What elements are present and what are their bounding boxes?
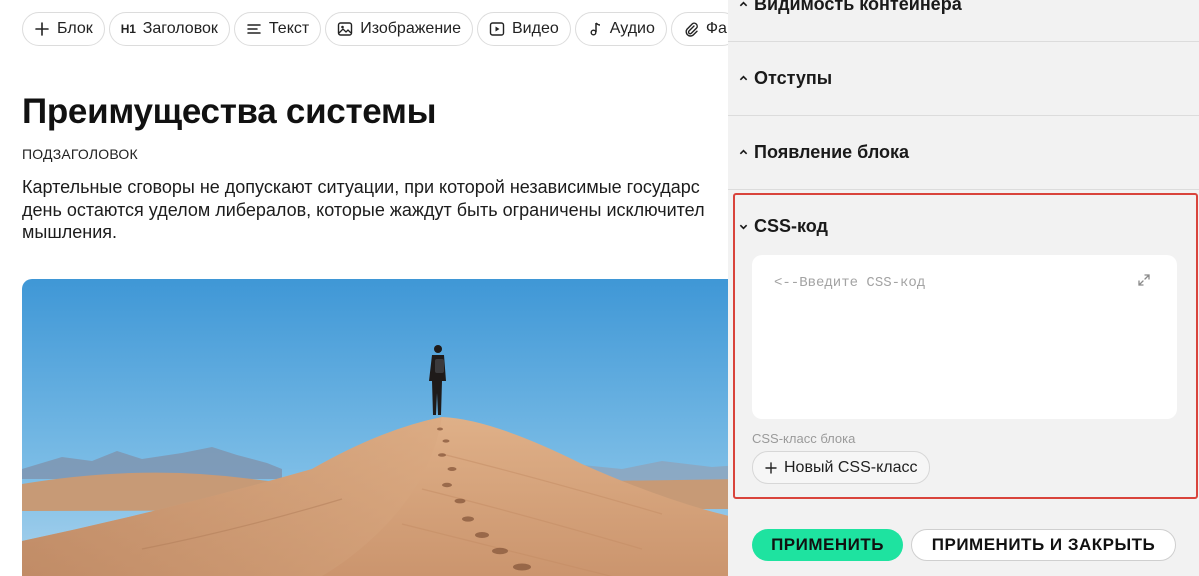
hero-image[interactable] (22, 279, 728, 576)
new-css-class-button[interactable]: Новый CSS-класс (752, 451, 931, 484)
section-visibility-label: Видимость контейнера (754, 0, 962, 14)
add-text-button[interactable]: Текст (233, 12, 322, 46)
section-padding[interactable]: Отступы (728, 68, 1199, 89)
apply-button[interactable]: ПРИМЕНИТЬ (752, 529, 903, 561)
section-divider (728, 189, 1199, 190)
chevron-up-icon (738, 148, 748, 158)
text-align-icon (246, 21, 262, 37)
section-divider (728, 115, 1199, 116)
plus-icon (765, 461, 777, 474)
add-file-button[interactable]: Фа (670, 12, 728, 46)
section-divider (728, 41, 1199, 42)
apply-and-close-button[interactable]: ПРИМЕНИТЬ И ЗАКРЫТЬ (911, 529, 1176, 561)
section-block-appearance[interactable]: Появление блока (728, 142, 1199, 163)
css-code-placeholder: <--Введите CSS-код (774, 275, 926, 291)
add-heading-button[interactable]: H1 Заголовок (108, 12, 230, 46)
lead-line-3: мышления. (22, 222, 118, 242)
css-code-editor[interactable]: <--Введите CSS-код (752, 255, 1177, 419)
chevron-up-icon (738, 0, 748, 10)
section-visibility[interactable]: Видимость контейнера (728, 0, 1199, 15)
add-heading-label: Заголовок (142, 20, 218, 37)
add-image-label: Изображение (360, 20, 461, 37)
page-title[interactable]: Преимущества системы (22, 92, 436, 132)
add-video-label: Видео (512, 20, 559, 37)
section-padding-label: Отступы (754, 68, 833, 88)
h1-icon: H1 (120, 22, 136, 36)
add-block-button[interactable]: Блок (22, 12, 105, 46)
insert-toolbar: Блок H1 Заголовок Текст Изображение Виде… (22, 12, 728, 46)
block-subtitle[interactable]: ПОДЗАГОЛОВОК (22, 146, 138, 162)
section-block-appearance-label: Появление блока (754, 142, 910, 162)
lead-paragraph[interactable]: Картельные сговоры не допускают ситуации… (22, 176, 728, 244)
add-file-label: Фа (705, 20, 727, 37)
editor-canvas: Блок H1 Заголовок Текст Изображение Виде… (0, 0, 728, 576)
music-note-icon (587, 21, 603, 37)
chevron-up-icon (738, 74, 748, 84)
video-icon (489, 21, 505, 37)
add-text-label: Текст (268, 20, 310, 37)
add-audio-label: Аудио (609, 20, 655, 37)
lead-line-1: Картельные сговоры не допускают ситуации… (22, 177, 700, 197)
image-icon (337, 21, 353, 37)
plus-icon (34, 21, 50, 37)
add-video-button[interactable]: Видео (477, 12, 571, 46)
lead-line-2: день остаются уделом либералов, которые … (22, 199, 705, 220)
new-css-class-label: Новый CSS-класс (784, 458, 918, 476)
add-block-label: Блок (57, 20, 93, 37)
paperclip-icon (683, 21, 699, 37)
add-audio-button[interactable]: Аудио (574, 12, 667, 46)
add-image-button[interactable]: Изображение (325, 12, 473, 46)
expand-icon[interactable] (1137, 273, 1151, 287)
css-class-label: CSS-класс блока (752, 431, 856, 446)
